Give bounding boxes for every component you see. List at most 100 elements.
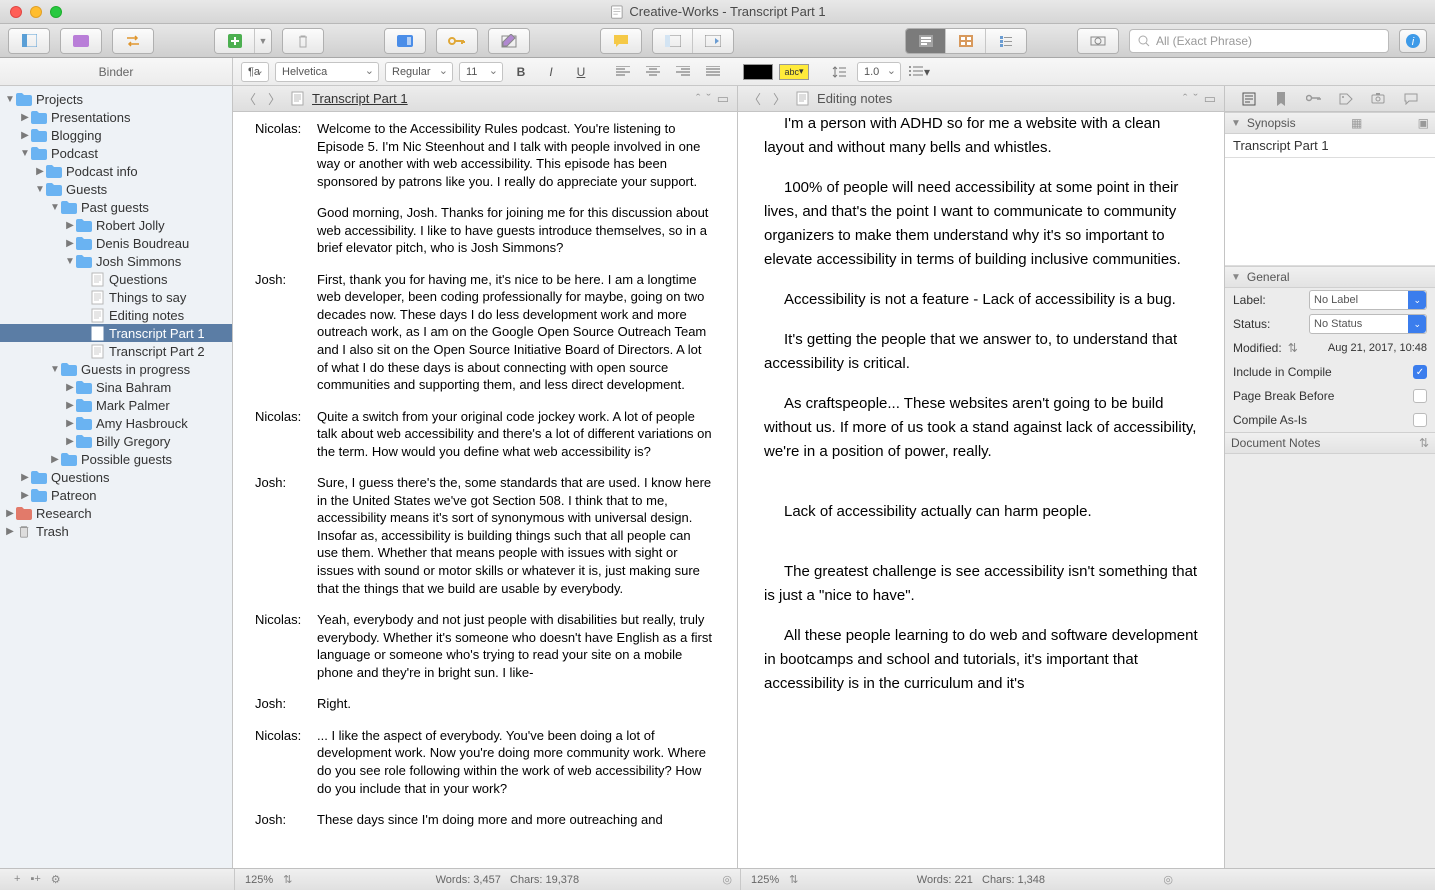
inspector-tab-comments[interactable] (1401, 90, 1421, 108)
tree-item[interactable]: Questions (0, 270, 232, 288)
target-right[interactable]: ◎ (1163, 873, 1181, 886)
tree-item[interactable]: ▶Possible guests (0, 450, 232, 468)
split-right-button[interactable] (693, 29, 733, 53)
editor-left-body[interactable]: Nicolas:Welcome to the Accessibility Rul… (233, 112, 737, 868)
general-header[interactable]: ▼ General (1225, 266, 1435, 288)
modified-stepper[interactable]: ⇅ (1288, 341, 1298, 355)
tree-item[interactable]: ▶Denis Boudreau (0, 234, 232, 252)
status-select[interactable]: No Status⌄ (1309, 314, 1427, 334)
editor-left-title[interactable]: Transcript Part 1 (312, 91, 408, 106)
tree-item[interactable]: ▶Billy Gregory (0, 432, 232, 450)
disclosure-icon[interactable]: ▼ (4, 94, 16, 105)
tree-item[interactable]: ▶Questions (0, 468, 232, 486)
align-justify-button[interactable] (701, 62, 725, 82)
nav-forward-button[interactable]: 〉 (266, 89, 283, 108)
inspector-toggle-button[interactable]: i (1399, 29, 1427, 53)
trash-button[interactable] (283, 29, 323, 53)
inspector-tab-keywords[interactable] (1304, 90, 1324, 108)
tree-item[interactable]: Things to say (0, 288, 232, 306)
inspector-tab-snapshots[interactable] (1368, 90, 1388, 108)
search-input[interactable]: All (Exact Phrase) (1129, 29, 1389, 53)
nav-back-button[interactable]: 〈 (241, 89, 258, 108)
binder-gear-button[interactable]: ⚙ (51, 873, 61, 886)
compose-button[interactable] (489, 29, 529, 53)
align-center-button[interactable] (641, 62, 665, 82)
tree-item[interactable]: ▶Podcast info (0, 162, 232, 180)
zoom-right[interactable]: 125% (741, 874, 789, 886)
inspector-tab-tags[interactable] (1336, 90, 1356, 108)
tree-item[interactable]: ▼Podcast (0, 144, 232, 162)
line-spacing-select[interactable]: 1.0 (857, 62, 901, 82)
noteview-button[interactable] (385, 29, 425, 53)
tree-item[interactable]: Transcript Part 1 (0, 324, 232, 342)
target-left[interactable]: ◎ (722, 873, 740, 886)
inspector-tab-notes[interactable] (1239, 90, 1259, 108)
disclosure-icon[interactable]: ▶ (64, 400, 76, 411)
tree-item[interactable]: ▼Projects (0, 90, 232, 108)
binder-add-button[interactable]: + (14, 873, 20, 886)
synopsis-textarea[interactable] (1225, 158, 1435, 266)
add-dropdown-button[interactable]: ▼ (255, 29, 271, 53)
font-weight-select[interactable]: Regular (385, 62, 453, 82)
font-family-select[interactable]: Helvetica (275, 62, 379, 82)
disclosure-icon[interactable]: ▶ (49, 454, 61, 465)
layout-binder-button[interactable] (9, 29, 49, 53)
document-notes-area[interactable] (1225, 454, 1435, 868)
quick-ref-button[interactable] (1078, 29, 1118, 53)
disclosure-icon[interactable]: ▶ (64, 238, 76, 249)
view-outline-button[interactable] (986, 29, 1026, 53)
tree-item[interactable]: ▼Past guests (0, 198, 232, 216)
page-break-checkbox[interactable] (1413, 389, 1427, 403)
disclosure-icon[interactable]: ▶ (64, 418, 76, 429)
split-button[interactable]: ▭ (717, 91, 729, 107)
tree-item[interactable]: ▶Amy Hasbrouck (0, 414, 232, 432)
tree-item[interactable]: Editing notes (0, 306, 232, 324)
nav-forward-button[interactable]: 〉 (771, 89, 788, 108)
layout-switch-button[interactable] (113, 29, 153, 53)
view-document-button[interactable] (906, 29, 946, 53)
include-compile-checkbox[interactable]: ✓ (1413, 365, 1427, 379)
disclosure-icon[interactable]: ▼ (49, 364, 61, 375)
window-zoom-button[interactable] (50, 6, 62, 18)
label-select[interactable]: No Label⌄ (1309, 290, 1427, 310)
disclosure-icon[interactable]: ▼ (64, 256, 76, 267)
prev-doc-button[interactable]: ˆ (696, 91, 700, 107)
disclosure-icon[interactable]: ▶ (19, 112, 31, 123)
next-doc-button[interactable]: ˇ (706, 91, 710, 107)
align-left-button[interactable] (611, 62, 635, 82)
disclosure-icon[interactable]: ▶ (64, 382, 76, 393)
text-color-swatch[interactable] (743, 64, 773, 80)
nav-back-button[interactable]: 〈 (746, 89, 763, 108)
disclosure-icon[interactable]: ▶ (4, 526, 16, 537)
tree-item[interactable]: ▶Trash (0, 522, 232, 540)
binder-add-folder-button[interactable]: ▪+ (30, 873, 40, 886)
disclosure-icon[interactable]: ▼ (49, 202, 61, 213)
italic-button[interactable]: I (539, 62, 563, 82)
prev-doc-button[interactable]: ˆ (1183, 91, 1187, 107)
align-right-button[interactable] (671, 62, 695, 82)
tree-item[interactable]: ▶Mark Palmer (0, 396, 232, 414)
inspector-tab-bookmarks[interactable] (1271, 90, 1291, 108)
tree-item[interactable]: ▶Presentations (0, 108, 232, 126)
comment-button[interactable] (601, 29, 641, 53)
disclosure-icon[interactable]: ▼ (34, 184, 46, 195)
disclosure-icon[interactable]: ▶ (19, 490, 31, 501)
tree-item[interactable]: ▶Blogging (0, 126, 232, 144)
disclosure-icon[interactable]: ▶ (64, 436, 76, 447)
close-split-button[interactable]: ▭ (1204, 91, 1216, 107)
synopsis-header[interactable]: ▼ Synopsis ▦ ▣ (1225, 112, 1435, 134)
editor-right-body[interactable]: I'm a person with ADHD so for me a websi… (738, 112, 1224, 868)
disclosure-icon[interactable]: ▶ (4, 508, 16, 519)
image-icon[interactable]: ▣ (1418, 116, 1429, 130)
underline-button[interactable]: U (569, 62, 593, 82)
binder-tree[interactable]: ▼Projects ▶Presentations ▶Blogging ▼Podc… (0, 86, 232, 868)
highlight-swatch[interactable]: abc ▾ (779, 64, 809, 80)
next-doc-button[interactable]: ˇ (1193, 91, 1197, 107)
keywords-button[interactable] (437, 29, 477, 53)
disclosure-icon[interactable]: ▶ (19, 472, 31, 483)
list-button[interactable]: ▾ (907, 62, 931, 82)
synopsis-title[interactable]: Transcript Part 1 (1225, 134, 1435, 158)
layout-collection-button[interactable] (61, 29, 101, 53)
disclosure-icon[interactable]: ▼ (19, 148, 31, 159)
tree-item[interactable]: ▶Sina Bahram (0, 378, 232, 396)
